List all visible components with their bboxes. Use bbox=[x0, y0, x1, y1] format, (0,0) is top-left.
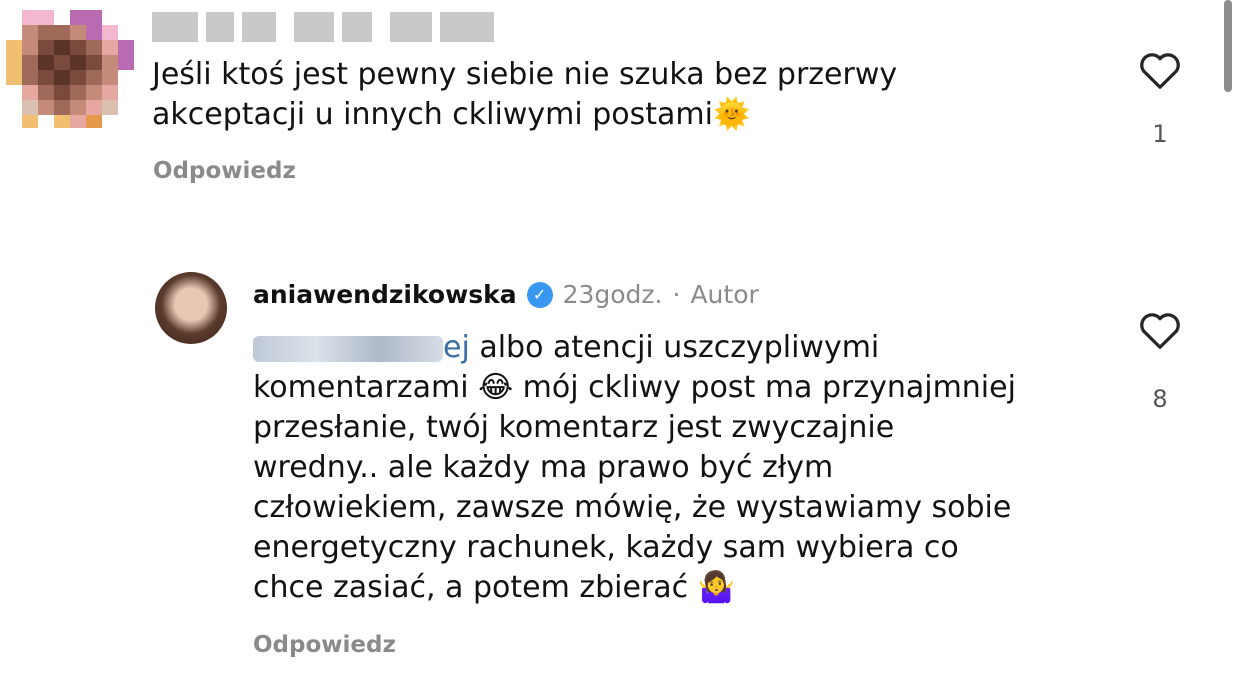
like-button[interactable] bbox=[1130, 50, 1190, 94]
timestamp: 23godz. bbox=[562, 280, 663, 309]
comment-line: akceptacji u innych ckliwymi postami🌞 bbox=[152, 97, 751, 132]
laughing-emoji-icon: 😂 bbox=[478, 370, 514, 405]
comment-text: ej albo atencji uszczypliwymi komentarza… bbox=[253, 328, 1093, 608]
like-count: 8 bbox=[1152, 385, 1168, 413]
heart-outline-icon[interactable] bbox=[1138, 50, 1182, 90]
blurred-mention[interactable] bbox=[253, 335, 443, 362]
reply-button[interactable]: Odpowiedz bbox=[153, 158, 296, 184]
comment-line: przesłanie, twój komentarz jest zwyczajn… bbox=[253, 410, 895, 445]
scrollbar[interactable] bbox=[1224, 0, 1232, 92]
comment-header: aniawendzikowska ✓ 23godz. · Autor bbox=[253, 280, 759, 309]
like-button[interactable] bbox=[1130, 310, 1190, 354]
comment-line: komentarzami 😂 mój ckliwy post ma przyna… bbox=[253, 370, 1016, 405]
reply-button[interactable]: Odpowiedz bbox=[253, 632, 396, 658]
shrug-emoji-icon: 🤷‍♀️ bbox=[697, 570, 736, 605]
blurred-username[interactable] bbox=[152, 12, 494, 42]
comment-line: wredny.. ale każdy ma prawo być złym bbox=[253, 450, 834, 485]
separator: · bbox=[672, 280, 681, 309]
blurred-avatar[interactable] bbox=[6, 10, 134, 128]
verified-badge-icon: ✓ bbox=[526, 281, 553, 308]
avatar[interactable] bbox=[155, 272, 227, 344]
comment-line: chce zasiać, a potem zbierać 🤷‍♀️ bbox=[253, 570, 736, 605]
comment-line: człowiekiem, zawsze mówię, że wystawiamy… bbox=[253, 490, 1012, 525]
author-label: Autor bbox=[690, 280, 759, 309]
username-link[interactable]: aniawendzikowska bbox=[253, 280, 517, 309]
comment-line: ej albo atencji uszczypliwymi bbox=[253, 328, 1093, 368]
sun-emoji-icon: 🌞 bbox=[712, 97, 751, 132]
comment-line: energetyczny rachunek, każdy sam wybiera… bbox=[253, 530, 959, 565]
heart-outline-icon[interactable] bbox=[1138, 310, 1182, 350]
comment-line: Jeśli ktoś jest pewny siebie nie szuka b… bbox=[152, 57, 898, 92]
like-count: 1 bbox=[1152, 120, 1168, 148]
comment-text: Jeśli ktoś jest pewny siebie nie szuka b… bbox=[152, 55, 1032, 135]
